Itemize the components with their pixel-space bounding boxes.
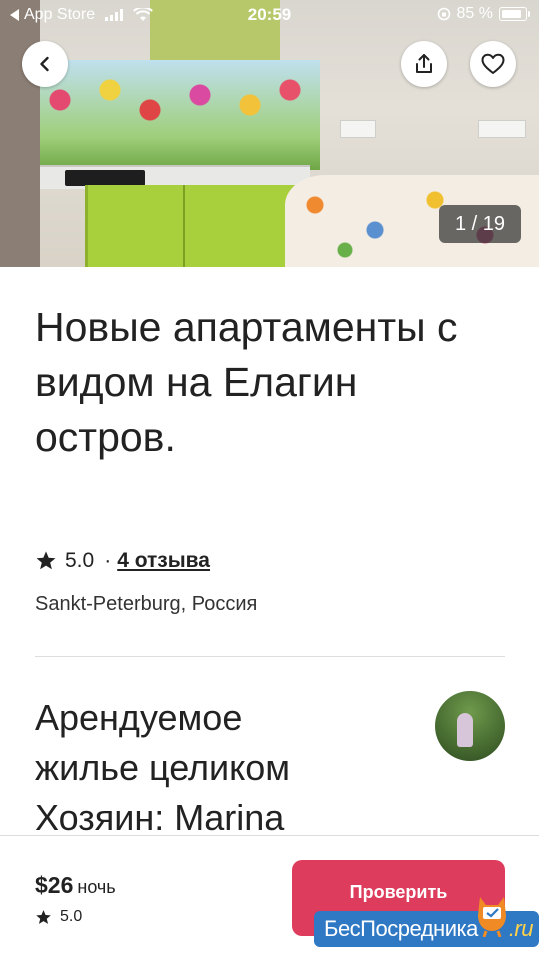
host-title: Арендуемое жилье целиком Хозяин: Marina: [35, 693, 415, 843]
battery-icon: [499, 7, 530, 21]
photo-wall: [0, 0, 40, 267]
watermark: БесПосредника .ru: [314, 897, 539, 953]
price: $26 ночь: [35, 872, 116, 899]
watermark-text: БесПосредника: [324, 916, 478, 941]
footer-rating-value: 5.0: [60, 908, 83, 925]
rating-row: 5.0 · 4 отзыва: [35, 549, 210, 573]
listing-location: Sankt-Peterburg, Россия: [35, 593, 258, 615]
heart-icon: [481, 53, 505, 74]
photo-socket: [478, 120, 526, 138]
divider: [35, 656, 505, 657]
host-label: Хозяин:: [35, 797, 165, 838]
status-right: 85 %: [437, 5, 530, 23]
watermark-suffix: .ru: [508, 916, 534, 941]
rating-value: 5.0: [65, 549, 95, 572]
photo-tulip-backsplash: [40, 60, 320, 170]
star-icon: [36, 909, 51, 924]
photo-counter: 1 / 19: [439, 205, 521, 243]
rating-separator: ·: [104, 549, 112, 572]
favorite-button[interactable]: [470, 41, 516, 87]
back-button[interactable]: [22, 41, 68, 87]
price-value: $26: [35, 872, 74, 898]
host-title-line1: Арендуемое: [35, 697, 243, 738]
footer-rating: 5.0: [35, 908, 82, 926]
photo-stove: [65, 170, 145, 186]
host-title-line2: жилье целиком: [35, 747, 291, 788]
battery-percent: 85 %: [456, 5, 493, 22]
chevron-left-icon: [40, 56, 49, 72]
star-icon: [36, 551, 56, 570]
mascot-icon: [478, 897, 506, 937]
reviews-link[interactable]: 4 отзыва: [117, 549, 210, 573]
share-icon: [416, 54, 432, 73]
photo-lower-cabinet: [85, 185, 303, 267]
price-unit: ночь: [77, 877, 116, 897]
status-bar: App Store 20:59 85 %: [0, 0, 539, 30]
orientation-lock-icon: [437, 7, 450, 21]
host-name: Marina: [174, 797, 285, 838]
avatar[interactable]: [435, 691, 505, 761]
share-button[interactable]: [401, 41, 447, 87]
photo-socket: [340, 120, 376, 138]
listing-title: Новые апартаменты с видом на Елагин остр…: [35, 304, 458, 460]
avatar-person: [457, 713, 473, 747]
